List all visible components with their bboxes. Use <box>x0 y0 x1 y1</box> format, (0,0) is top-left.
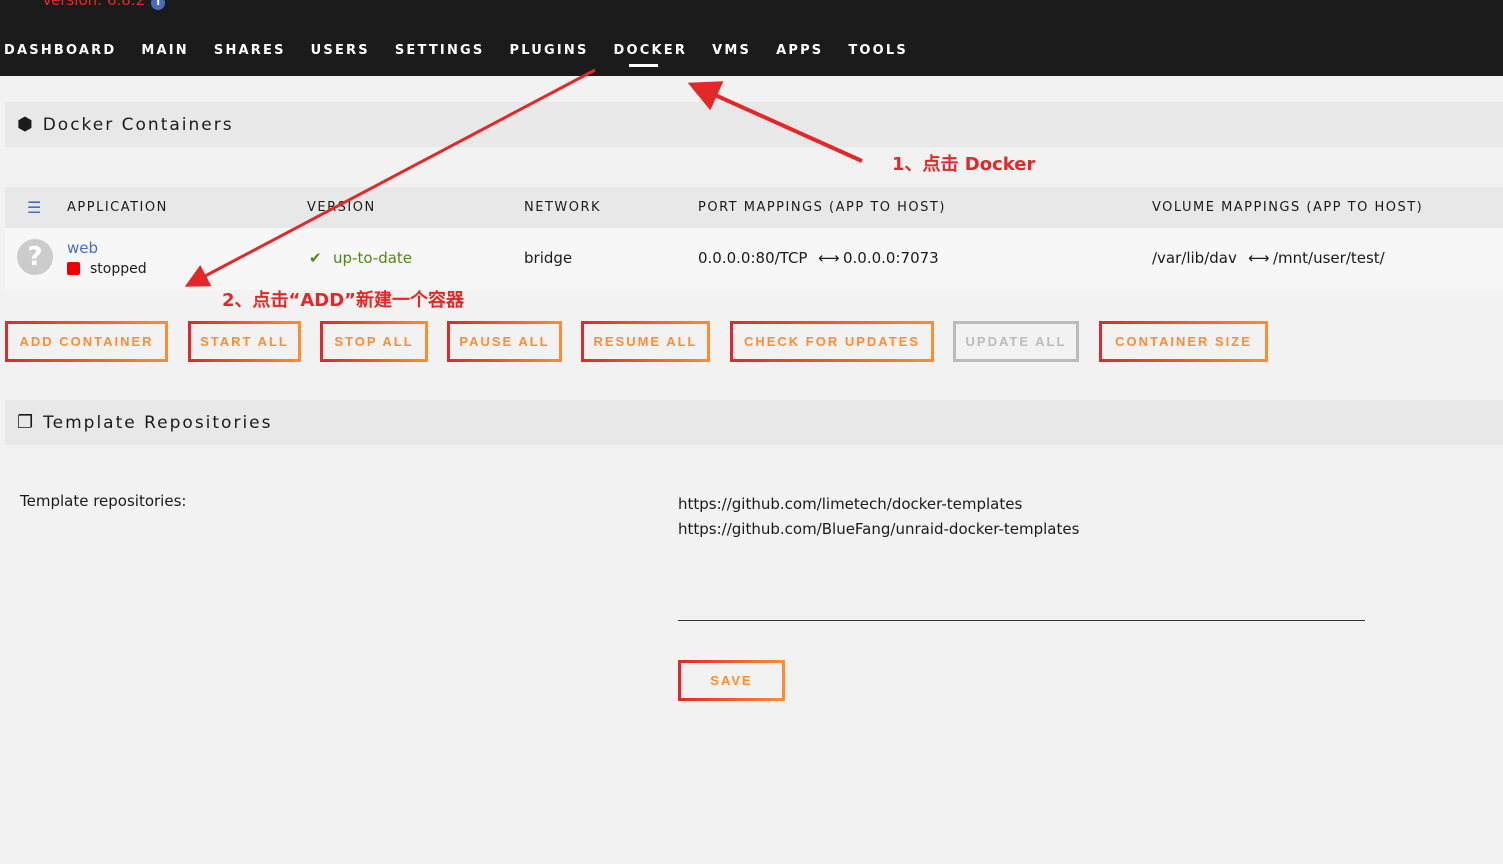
annotation-arrows <box>184 68 863 287</box>
arrow-to-add <box>184 68 596 287</box>
arrow-to-docker <box>687 81 863 163</box>
